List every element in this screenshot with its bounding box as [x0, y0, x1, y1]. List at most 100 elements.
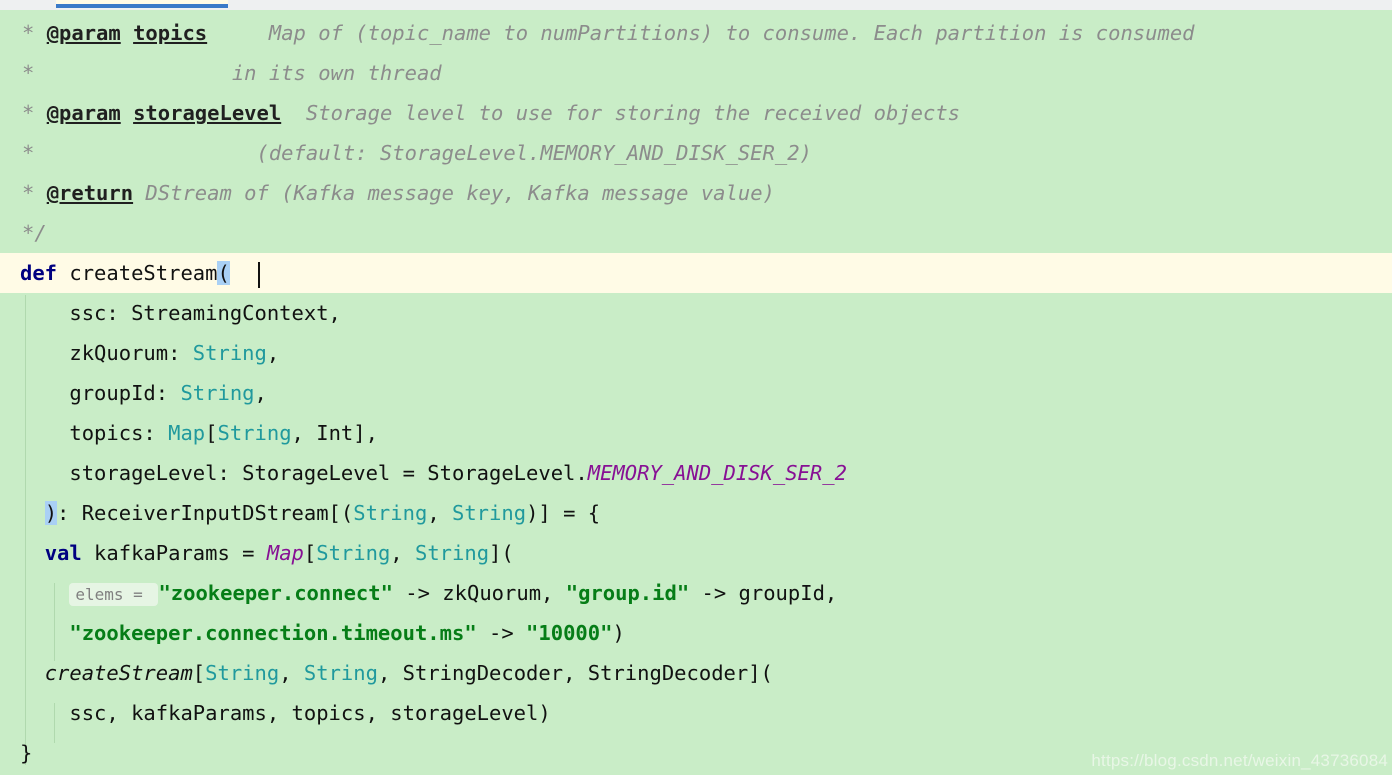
code-token: "group.id" — [565, 581, 690, 605]
code-token: String — [180, 381, 255, 405]
code-token: , — [254, 381, 267, 405]
code-token: : ReceiverInputDStream[( — [57, 501, 354, 525]
code-token: -> zkQuorum, — [392, 581, 566, 605]
code-line-content: groupId: String, — [0, 373, 267, 413]
code-line-content: def createStream( — [0, 253, 230, 293]
code-line-content: createStream[String, String, StringDecod… — [0, 653, 773, 693]
code-line-content: * @param topics Map of (topic_name to nu… — [0, 13, 1195, 53]
text-caret — [258, 262, 260, 288]
code-line-content: * @param storageLevel Storage level to u… — [0, 93, 960, 133]
code-token: String — [353, 501, 428, 525]
code-token: ) — [612, 621, 625, 645]
code-line[interactable]: ): ReceiverInputDStream[(String, String)… — [0, 493, 1392, 533]
code-line[interactable]: ssc: StreamingContext, — [0, 293, 1392, 333]
code-token: ( — [217, 261, 230, 285]
code-token: [ — [303, 541, 317, 565]
code-line[interactable]: createStream[String, String, StringDecod… — [0, 653, 1392, 693]
code-token: , Int], — [291, 421, 378, 445]
code-token: )] = { — [526, 501, 601, 525]
code-token: String — [205, 661, 280, 685]
code-token: */ — [22, 221, 47, 245]
code-token: createStream — [44, 661, 193, 685]
code-token: createStream — [57, 261, 218, 285]
code-line[interactable]: elems = "zookeeper.connect" -> zkQuorum,… — [0, 573, 1392, 613]
code-line-content: ): ReceiverInputDStream[(String, String)… — [0, 493, 600, 533]
code-line[interactable]: val kafkaParams = Map[String, String]( — [0, 533, 1392, 573]
code-line-content: elems = "zookeeper.connect" -> zkQuorum,… — [0, 573, 837, 615]
code-token: MEMORY_AND_DISK_SER_2 — [587, 461, 847, 485]
code-token: topics: — [20, 421, 169, 445]
code-line-content: topics: Map[String, Int], — [0, 413, 378, 453]
code-line[interactable]: * @return DStream of (Kafka message key,… — [0, 173, 1392, 213]
code-token: "zookeeper.connection.timeout.ms" — [69, 621, 477, 645]
code-line[interactable]: */ — [0, 213, 1392, 253]
code-line[interactable]: * @param topics Map of (topic_name to nu… — [0, 13, 1392, 53]
code-token: @return — [46, 181, 134, 205]
editor-tab-active[interactable]: KafkaUtils.scala × — [56, 0, 228, 8]
code-token: "10000" — [526, 621, 613, 645]
code-token: * in its own thread — [22, 61, 442, 85]
code-line[interactable]: * @param storageLevel Storage level to u… — [0, 93, 1392, 133]
code-token: -> — [476, 621, 527, 645]
code-token: * — [22, 101, 47, 125]
code-token: * (default: StorageLevel.MEMORY_AND_DISK… — [22, 141, 812, 165]
code-token: * — [22, 21, 47, 45]
code-token: String — [192, 341, 267, 365]
code-token: val — [44, 541, 82, 565]
code-token: String — [414, 541, 490, 565]
code-token: -> groupId, — [689, 581, 838, 605]
code-token: storageLevel: StorageLevel = StorageLeve… — [20, 461, 588, 485]
code-token: storageLevel — [133, 101, 282, 125]
code-token: kafkaParams = — [81, 541, 267, 565]
code-line-content: * in its own thread — [0, 53, 442, 93]
code-line-content: val kafkaParams = Map[String, String]( — [0, 533, 514, 573]
code-token: String — [217, 421, 292, 445]
code-token: , — [390, 541, 415, 565]
code-token: Map — [266, 541, 304, 565]
code-token: def — [20, 261, 58, 285]
code-line-content: ssc, kafkaParams, topics, storageLevel) — [0, 693, 551, 733]
code-line-content: "zookeeper.connection.timeout.ms" -> "10… — [0, 613, 625, 653]
code-token: DStream of (Kafka message key, Kafka mes… — [133, 181, 775, 205]
code-token: Map — [168, 421, 206, 445]
code-line[interactable]: "zookeeper.connection.timeout.ms" -> "10… — [0, 613, 1392, 653]
code-line-content: */ — [0, 213, 47, 253]
code-line[interactable]: groupId: String, — [0, 373, 1392, 413]
code-token: ssc, kafkaParams, topics, storageLevel) — [20, 701, 551, 725]
code-editor[interactable]: * @param topics Map of (topic_name to nu… — [0, 10, 1392, 775]
code-token: "zookeeper.connect" — [158, 581, 393, 605]
code-token: [ — [192, 661, 206, 685]
code-line-content: * @return DStream of (Kafka message key,… — [0, 173, 775, 213]
code-token: Map of (topic_name to numPartitions) to … — [207, 21, 1195, 45]
code-line[interactable]: ssc, kafkaParams, topics, storageLevel) — [0, 693, 1392, 733]
code-token: groupId: — [20, 381, 181, 405]
code-line[interactable]: topics: Map[String, Int], — [0, 413, 1392, 453]
code-token: [ — [205, 421, 218, 445]
code-line[interactable]: * in its own thread — [0, 53, 1392, 93]
code-token: ) — [44, 501, 58, 525]
code-line[interactable]: * (default: StorageLevel.MEMORY_AND_DISK… — [0, 133, 1392, 173]
ide-window: KafkaUtils.scala × * @param topics Map o… — [0, 0, 1392, 775]
code-token: , — [279, 661, 304, 685]
code-token: , — [427, 501, 452, 525]
code-token: * — [22, 181, 47, 205]
code-token: } — [20, 741, 33, 765]
code-token: , StringDecoder, StringDecoder]( — [377, 661, 773, 685]
code-token: , — [266, 341, 280, 365]
code-token: ]( — [489, 541, 514, 565]
code-line[interactable]: zkQuorum: String, — [0, 333, 1392, 373]
code-token: topics — [133, 21, 208, 45]
code-token: @param — [46, 101, 121, 125]
code-token: ssc: StreamingContext, — [20, 301, 341, 325]
code-line-content: storageLevel: StorageLevel = StorageLeve… — [0, 453, 847, 493]
code-line[interactable]: storageLevel: StorageLevel = StorageLeve… — [0, 453, 1392, 493]
code-token: Storage level to use for storing the rec… — [281, 101, 961, 125]
code-line[interactable]: def createStream( — [0, 253, 1392, 293]
